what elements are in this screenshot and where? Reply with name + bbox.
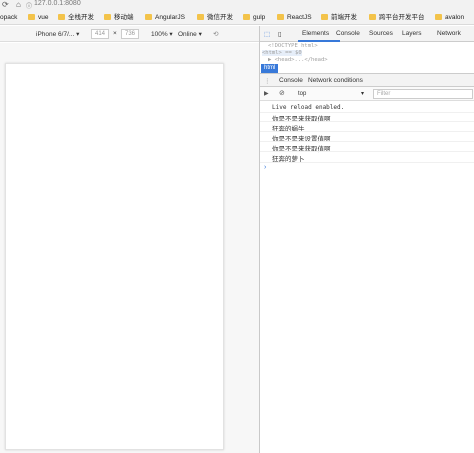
bookmark-item[interactable]: 前端开发 — [321, 12, 357, 23]
height-input[interactable]: 736 — [121, 29, 139, 39]
bookmark-item[interactable]: 跨平台开发平台 — [369, 12, 425, 23]
row-divider — [260, 131, 474, 132]
zoom-label: 100% — [151, 31, 168, 38]
row-divider — [260, 141, 474, 142]
filter-input[interactable]: Filter — [373, 89, 473, 99]
breadcrumb[interactable]: html — [261, 64, 279, 73]
network-select[interactable]: Online ▾ — [178, 30, 202, 38]
bookmark-label: AngularJS — [155, 14, 185, 21]
row-divider — [260, 121, 474, 122]
context-label: top — [298, 91, 307, 97]
tab-layers[interactable]: Layers — [402, 30, 422, 37]
device-toggle-icon[interactable]: ▯ — [278, 30, 282, 38]
device-toolbar: iPhone 6/7/... ▾ 414 × 736 100% ▾ Online… — [0, 26, 260, 42]
bookmark-item[interactable]: 移动端 — [104, 12, 134, 23]
bookmark-label: 微信开发 — [207, 14, 233, 21]
bookmark-label: 移动端 — [114, 14, 134, 21]
tab-elements[interactable]: Elements — [302, 30, 329, 37]
folder-icon — [369, 14, 376, 20]
dom-line[interactable]: <!DOCTYPE html> — [268, 43, 318, 49]
folder-icon — [321, 14, 328, 20]
device-label: iPhone 6/7/... — [36, 31, 75, 38]
tab-drawer-console[interactable]: Console — [279, 77, 303, 84]
url-text[interactable]: 127.0.0.1:8080 — [34, 0, 81, 7]
dom-line[interactable]: ▶ <head>...</head> — [268, 57, 328, 63]
reload-icon[interactable]: ⟳ — [2, 0, 9, 9]
zoom-select[interactable]: 100% ▾ — [151, 30, 173, 38]
chevron-down-icon: ▾ — [360, 91, 364, 97]
devtools-tabbar: ⬚ ▯ Elements Console Sources Layers Netw… — [260, 26, 474, 42]
inspect-icon[interactable]: ⬚ — [264, 30, 270, 38]
bookmark-item[interactable]: opack — [0, 12, 17, 23]
bookmark-label: avalon — [445, 14, 465, 21]
home-icon[interactable]: ⌂ — [16, 0, 21, 9]
bookmark-item[interactable]: AngularJS — [145, 12, 185, 23]
folder-icon — [28, 14, 35, 20]
console-toolbar: ▶ ⊘ top ▾ Filter — [260, 87, 474, 101]
console-message: Live reload enabled. — [272, 104, 345, 111]
bookmark-label: 跨平台开发平台 — [379, 14, 425, 21]
console-output: Live reload enabled. 你是不是来获取值啊 狂奔的蜗牛 你是不… — [260, 101, 474, 453]
tab-console[interactable]: Console — [336, 30, 360, 37]
bookmark-item[interactable]: gulp — [243, 12, 265, 23]
folder-icon — [197, 14, 204, 20]
dimension-separator: × — [113, 30, 117, 37]
clear-console-icon[interactable]: ⊘ — [279, 89, 285, 97]
drawer-menu-icon[interactable]: ⋮ — [264, 77, 271, 85]
sidebar-toggle-icon[interactable]: ▶ — [264, 90, 269, 97]
console-prompt[interactable]: › — [264, 164, 266, 171]
bookmark-label: ReactJS — [287, 14, 312, 21]
drawer-tabbar: ⋮ Console Network conditions — [260, 73, 474, 87]
bookmarks-bar: opack vue 全栈开发 移动端 AngularJS 微信开发 gulp R… — [0, 9, 474, 25]
width-input[interactable]: 414 — [91, 29, 109, 39]
folder-icon — [104, 14, 111, 20]
bookmark-label: 全栈开发 — [68, 14, 94, 21]
tab-network-conditions[interactable]: Network conditions — [308, 77, 363, 84]
bookmark-item[interactable]: avalon — [435, 12, 464, 23]
folder-icon — [243, 14, 250, 20]
row-divider — [260, 151, 474, 152]
bookmark-item[interactable]: ReactJS — [277, 12, 312, 23]
folder-icon — [277, 14, 284, 20]
bookmark-item[interactable]: vue — [28, 12, 48, 23]
elements-panel: <!DOCTYPE html> <html> == $0 ▶ <head>...… — [260, 42, 474, 70]
row-divider — [260, 162, 474, 163]
network-label: Online — [178, 31, 197, 38]
dom-line[interactable]: <html> == $0 — [262, 50, 302, 56]
tab-sources[interactable]: Sources — [369, 30, 393, 37]
context-select[interactable]: top ▾ — [296, 89, 366, 99]
bookmark-label: 前端开发 — [331, 14, 357, 21]
bookmark-item[interactable]: 微信开发 — [197, 12, 233, 23]
rotate-icon[interactable]: ⟲ — [213, 30, 218, 38]
bookmark-label: opack — [0, 14, 18, 21]
device-select[interactable]: iPhone 6/7/... ▾ — [36, 30, 79, 38]
bookmark-label: gulp — [253, 14, 266, 21]
tab-network[interactable]: Network — [437, 30, 461, 37]
folder-icon — [58, 14, 65, 20]
device-screen[interactable] — [5, 63, 224, 450]
bookmark-item[interactable]: 全栈开发 — [58, 12, 94, 23]
folder-icon — [435, 14, 442, 20]
address-bar: ⟳ ⌂ ⓘ 127.0.0.1:8080 — [0, 0, 474, 10]
folder-icon — [145, 14, 152, 20]
bookmark-label: vue — [38, 14, 49, 21]
